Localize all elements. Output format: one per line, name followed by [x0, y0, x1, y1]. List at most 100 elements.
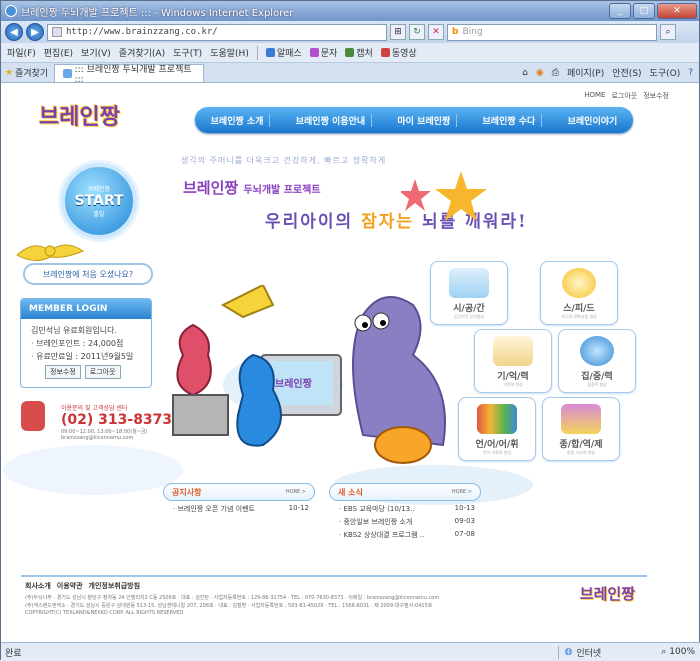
nav-guide[interactable]: 브레인짱 이용안내: [290, 113, 373, 127]
notice-more-link[interactable]: HORE >: [286, 489, 306, 495]
footer-about-link[interactable]: 회사소개: [25, 581, 51, 591]
back-button[interactable]: ◀: [5, 23, 23, 41]
monitor-label: 브레인짱: [275, 377, 313, 390]
alpass-label: 알패스: [276, 49, 302, 59]
edit-info-link[interactable]: 정보수정: [643, 91, 669, 101]
cs-hours: 09:00~12:00, 13:00~18:00(월~금): [61, 429, 148, 435]
news-row-date: 10-13: [454, 504, 475, 512]
news-title: 새 소식: [338, 487, 363, 497]
nav-talk[interactable]: 브레인짱 수다: [477, 113, 543, 127]
sms-button[interactable]: 문자: [309, 46, 337, 59]
icon-space-label: 시/공/간: [453, 304, 485, 314]
news-row[interactable]: · 중앙일보 브레인짱 소개 09-03: [329, 514, 481, 527]
favicon-icon: [52, 27, 62, 37]
bing-icon: b: [452, 27, 459, 37]
house-icon: [561, 404, 601, 434]
icon-speed[interactable]: 스/피/드 속도와 정확성을 향상: [540, 261, 618, 325]
refresh-button[interactable]: ↻: [409, 24, 425, 40]
icon-space[interactable]: 시/공/간 공간지각 능력향상: [430, 261, 508, 325]
news-box: 새 소식 HORE > · EBS 교육마당 (10/13.. 10-13 · …: [329, 483, 481, 557]
icon-memory[interactable]: 기/억/력 기억력 향상: [474, 329, 552, 393]
forward-button[interactable]: ▶: [26, 23, 44, 41]
status-bar: 완료 ◍ 인터넷 ⌕ 100%: [1, 642, 700, 661]
search-go-icon[interactable]: ⌕: [660, 24, 676, 40]
notice-row[interactable]: · 브레인짱 오픈 기념 이벤트 10-12: [163, 501, 315, 514]
menu-bar: 파일(F) 편집(E) 보기(V) 즐겨찾기(A) 도구(T) 도움말(H) 알…: [1, 43, 699, 63]
nav-about[interactable]: 브레인짱 소개: [205, 113, 271, 127]
footer-privacy-link[interactable]: 개인정보취급방침: [89, 581, 141, 591]
feeds-icon[interactable]: ◉: [536, 68, 544, 78]
cmd-safety[interactable]: 안전(S): [612, 66, 641, 79]
menu-help[interactable]: 도움말(H): [210, 46, 249, 59]
first-visit-button[interactable]: 브레인짱에 처음 오셨나요?: [23, 263, 153, 285]
news-more-link[interactable]: HORE >: [452, 489, 472, 495]
menu-tools[interactable]: 도구(T): [173, 46, 202, 59]
footer-links: 회사소개 이용약관 개인정보취급방침: [21, 577, 647, 591]
print-icon[interactable]: ⎙: [552, 68, 559, 78]
home-icon[interactable]: ⌂: [522, 68, 528, 78]
notice-row-text: · 브레인짱 오픈 기념 이벤트: [173, 505, 255, 513]
nav-story[interactable]: 브레인이야기: [562, 114, 624, 127]
title-bar: 브레인짱 두뇌개발 프로젝트 ::: - Windows Internet Ex…: [1, 1, 699, 21]
start-button[interactable]: 브레인짱 START 출발: [61, 163, 137, 239]
alpass-button[interactable]: 알패스: [265, 46, 302, 59]
cs-phone: (02) 313-8373: [61, 412, 173, 428]
book-icon: [493, 336, 533, 366]
browser-window: 브레인짱 두뇌개발 프로젝트 ::: - Windows Internet Ex…: [0, 0, 700, 661]
menu-view[interactable]: 보기(V): [81, 46, 111, 59]
cs-email: brainzzang@kiconnamu.com: [61, 435, 134, 441]
home-link[interactable]: HOME: [584, 91, 605, 101]
icon-focus-label: 집/중/력: [581, 372, 613, 382]
capture-button[interactable]: 캡처: [345, 46, 373, 59]
icon-language[interactable]: 언/어/어/휘 언어 어휘력 향상: [458, 397, 536, 461]
slogan: 생각의 주머니를 더욱크고 건강하게, 빠르고 정확하게: [181, 156, 387, 165]
menu-edit[interactable]: 편집(E): [44, 46, 73, 59]
minimize-button[interactable]: _: [609, 3, 631, 19]
compat-view-button[interactable]: ⊞: [390, 24, 406, 40]
capture-label: 캡처: [356, 49, 373, 59]
login-header: MEMBER LOGIN: [21, 299, 151, 319]
icon-focus-sub: 집중력 향상: [587, 382, 607, 387]
globe-icon: [580, 336, 614, 366]
tab-row: ★ 즐겨찾기 ::: 브레인짱 두뇌개발 프로젝트 ::: ⌂ ◉ ⎙ 페이지(P…: [1, 63, 699, 85]
search-placeholder: Bing: [462, 27, 483, 37]
start-top: 브레인짱: [87, 186, 111, 193]
maximize-button[interactable]: □: [633, 3, 655, 19]
zoom-control[interactable]: ⌕ 100%: [661, 647, 700, 657]
stop-button[interactable]: ✕: [428, 24, 444, 40]
logout-link[interactable]: 로그아웃: [611, 91, 637, 101]
video-icon: [380, 48, 390, 57]
nav-my[interactable]: 마이 브레인짱: [391, 113, 458, 127]
site-logo[interactable]: 브레인짱: [39, 99, 120, 131]
news-row[interactable]: · EBS 교육마당 (10/13.. 10-13: [329, 501, 481, 514]
tab-brainzzang[interactable]: ::: 브레인짱 두뇌개발 프로젝트 :::: [54, 63, 205, 85]
news-row-date: 07-08: [454, 530, 475, 538]
help-icon[interactable]: ?: [688, 68, 693, 78]
news-row[interactable]: · KBS2 상상대결 프로그램 .. 07-08: [329, 527, 481, 540]
search-box[interactable]: b Bing: [447, 23, 657, 41]
phone-icon: [21, 401, 45, 431]
news-row-text: · 중앙일보 브레인짱 소개: [339, 518, 413, 526]
favorites-button[interactable]: ★ 즐겨찾기: [5, 66, 48, 80]
stars-icon: [401, 171, 487, 221]
close-button[interactable]: ✕: [657, 3, 697, 19]
menu-file[interactable]: 파일(F): [7, 46, 36, 59]
icon-overall[interactable]: 종/합/역/제 종합 사고력 향상: [542, 397, 620, 461]
footer-company1: (주)두뇌나무 · 경기도 성남시 분당구 정자동 24 인텔리지2 C동 25…: [25, 595, 440, 601]
zoom-icon: ⌕: [661, 647, 667, 657]
footer-terms-link[interactable]: 이용약관: [57, 581, 83, 591]
logout-button[interactable]: 로그아웃: [84, 365, 121, 379]
start-bottom: 출발: [93, 211, 105, 218]
icon-overall-label: 종/합/역/제: [559, 440, 603, 450]
edit-info-button[interactable]: 정보수정: [45, 365, 81, 379]
security-zone: ◍ 인터넷: [557, 645, 662, 659]
icon-focus[interactable]: 집/중/력 집중력 향상: [558, 329, 636, 393]
video-button[interactable]: 동영상: [380, 46, 417, 59]
books-icon: [477, 404, 517, 434]
menu-favorites[interactable]: 즐겨찾기(A): [119, 46, 165, 59]
cmd-tools[interactable]: 도구(O): [650, 66, 681, 79]
address-bar[interactable]: http://www.brainzzang.co.kr/: [47, 23, 387, 41]
star-icon: ★: [5, 67, 14, 78]
news-row-date: 09-03: [454, 517, 475, 525]
cmd-page[interactable]: 페이지(P): [567, 66, 604, 79]
